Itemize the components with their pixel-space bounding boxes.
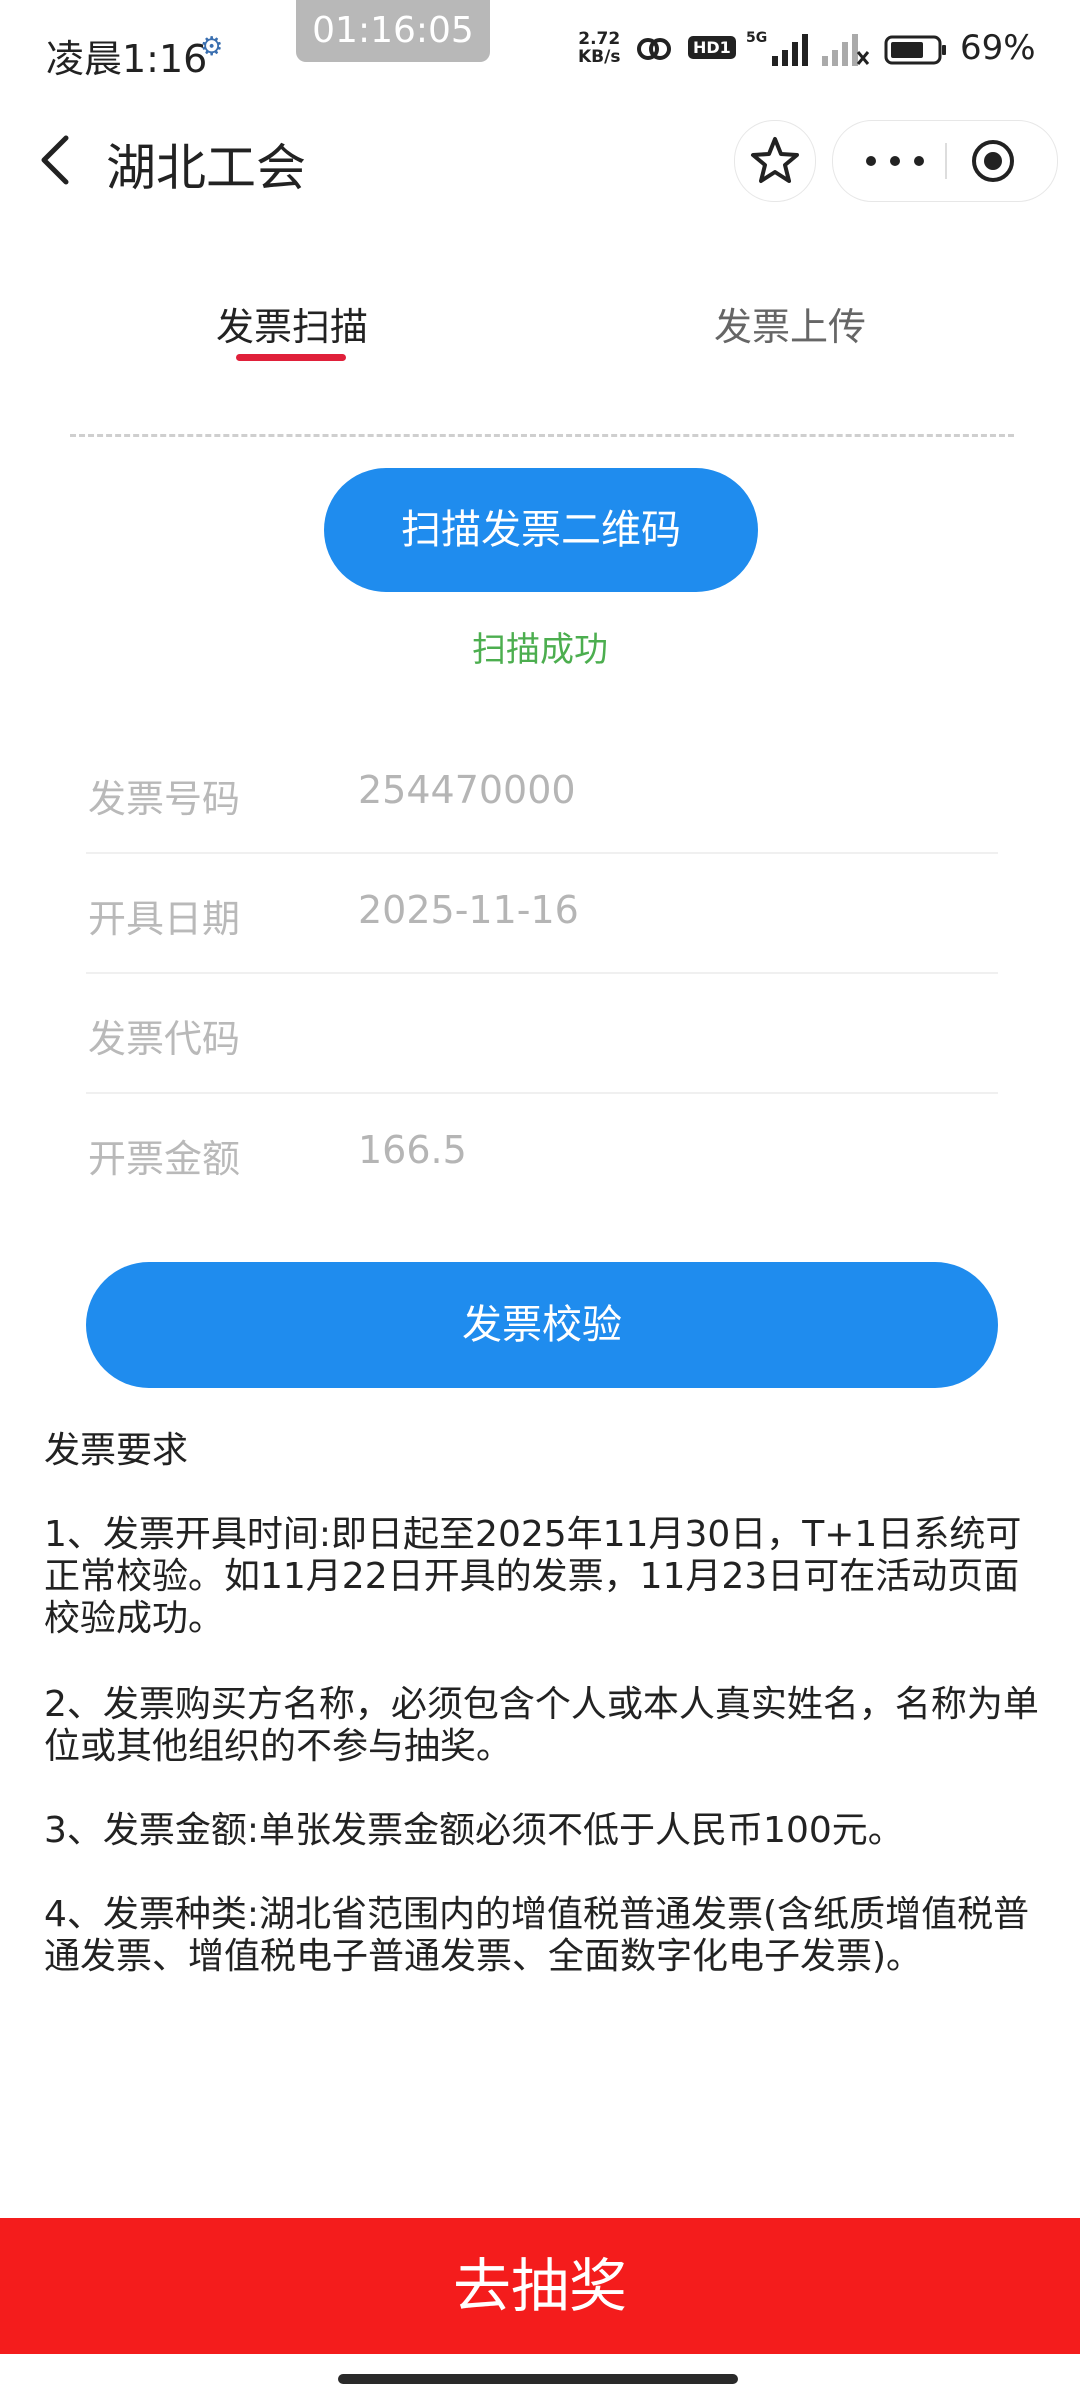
field-label: 开具日期 — [88, 897, 241, 941]
requirement-item: 3、发票金额:单张发票金额必须不低于人民币100元。 — [44, 1810, 904, 1851]
signal-weak-icon — [822, 34, 870, 66]
home-indicator[interactable] — [338, 2374, 738, 2384]
verify-invoice-button[interactable]: 发票校验 — [86, 1262, 998, 1388]
active-tab-indicator — [236, 354, 346, 361]
field-issue-date: 开具日期 2025-11-16 — [86, 852, 998, 974]
field-invoice-code: 发票代码 — [86, 972, 998, 1094]
more-icon[interactable] — [855, 139, 935, 183]
requirements-title: 发票要求 — [44, 1430, 189, 1471]
battery-percent: 69% — [960, 28, 1036, 68]
field-invoice-number: 发票号码 254470000 — [86, 732, 998, 854]
invoice-amount-value: 166.5 — [358, 1128, 467, 1172]
recording-timer: 01:16:05 — [296, 0, 490, 62]
tab-invoice-upload[interactable]: 发票上传 — [714, 296, 866, 351]
tab-invoice-scan[interactable]: 发票扫描 — [216, 296, 368, 351]
ring-icon — [637, 38, 671, 60]
net-speed-value: 2.72 — [578, 29, 621, 49]
status-time: 凌晨1:16 — [46, 37, 208, 81]
scan-status: 扫描成功 — [472, 630, 608, 670]
requirement-item: 1、发票开具时间:即日起至2025年11月30日，T+1日系统可正常校验。如11… — [44, 1514, 1022, 1639]
header: 湖北工会 — [0, 110, 1080, 210]
status-bar: 凌晨1:16 ⚙ 01:16:05 2.72 KB/s HD1 5G 69% — [0, 0, 1080, 100]
issue-date-value: 2025-11-16 — [358, 888, 579, 932]
field-label: 发票号码 — [88, 777, 241, 821]
capsule-divider — [945, 143, 947, 179]
net-speed-unit: KB/s — [578, 47, 621, 67]
network-label: 5G — [746, 30, 768, 46]
field-label: 发票代码 — [88, 1017, 241, 1061]
hd-badge: HD1 — [688, 36, 736, 59]
go-draw-button[interactable]: 去抽奖 — [0, 2218, 1080, 2354]
back-icon[interactable] — [30, 130, 86, 190]
gear-icon: ⚙ — [200, 32, 224, 62]
requirement-item: 4、发票种类:湖北省范围内的增值税普通发票(含纸质增值税普通发票、增值税电子普通… — [44, 1894, 1030, 1977]
favorite-button[interactable] — [734, 120, 816, 202]
signal-icon — [772, 34, 808, 66]
page-title: 湖北工会 — [106, 139, 306, 197]
field-label: 开票金额 — [88, 1137, 241, 1181]
battery-icon — [884, 35, 946, 65]
net-speed: 2.72 KB/s — [578, 30, 620, 66]
requirement-item: 2、发票购买方名称，必须包含个人或本人真实姓名，名称为单位或其他组织的不参与抽奖… — [44, 1684, 1039, 1767]
invoice-number-value: 254470000 — [358, 768, 576, 812]
mini-program-capsule — [832, 120, 1058, 202]
target-icon[interactable] — [969, 137, 1017, 185]
star-icon — [751, 137, 799, 183]
scan-qr-button[interactable]: 扫描发票二维码 — [324, 468, 758, 592]
divider — [70, 434, 1014, 437]
field-invoice-amount: 开票金额 166.5 — [86, 1092, 998, 1212]
